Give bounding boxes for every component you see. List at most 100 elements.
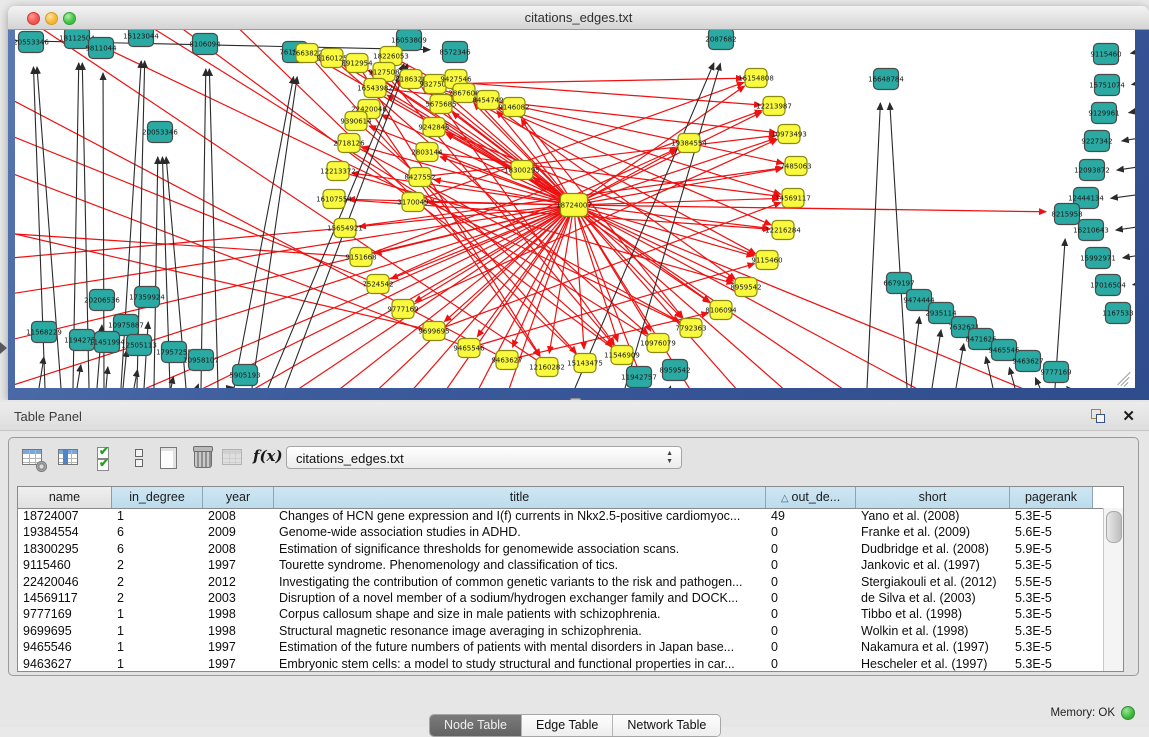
table-row[interactable]: 2242004622012Investigating the contribut… xyxy=(18,574,1103,590)
table-cell[interactable]: 2008 xyxy=(203,508,274,524)
network-canvas[interactable]: 2055334618112504981104415123044810609476… xyxy=(15,30,1135,388)
table-vertical-scrollbar[interactable] xyxy=(1103,508,1123,671)
table-cell[interactable]: Hescheler et al. (1997) xyxy=(856,656,1010,671)
table-cell[interactable]: Structural magnetic resonance image aver… xyxy=(274,623,766,639)
table-cell[interactable]: 1998 xyxy=(203,623,274,639)
table-cell[interactable]: Genome-wide association studies in ADHD. xyxy=(274,524,766,540)
canvas-resize-grip[interactable] xyxy=(1117,370,1133,386)
table-cell[interactable]: 5.3E-5 xyxy=(1010,606,1093,622)
table-cell[interactable]: 0 xyxy=(766,639,856,655)
table-options-icon[interactable] xyxy=(21,446,45,470)
side-panel-arrow-icon[interactable] xyxy=(0,342,7,354)
table-cell[interactable]: Jankovic et al. (1997) xyxy=(856,557,1010,573)
tab-edge-table[interactable]: Edge Table xyxy=(522,715,613,736)
table-cell[interactable]: 5.3E-5 xyxy=(1010,590,1093,606)
table-cell[interactable]: Embryonic stem cells: a model to study s… xyxy=(274,656,766,671)
table-cell[interactable]: 18300295 xyxy=(18,541,112,557)
table-row[interactable]: 1872400712008Changes of HCN gene express… xyxy=(18,508,1103,524)
table-cell[interactable]: 5.3E-5 xyxy=(1010,623,1093,639)
table-row[interactable]: 911546021997Tourette syndrome. Phenomeno… xyxy=(18,557,1103,573)
table-cell[interactable]: 1 xyxy=(112,606,203,622)
table-cell[interactable]: 1 xyxy=(112,639,203,655)
table-cell[interactable]: Stergiakouli et al. (2012) xyxy=(856,574,1010,590)
table-cell[interactable]: 5.9E-5 xyxy=(1010,541,1093,557)
table-cell[interactable]: Investigating the contribution of common… xyxy=(274,574,766,590)
table-cell[interactable]: 9777169 xyxy=(18,606,112,622)
close-panel-icon[interactable]: ✕ xyxy=(1122,407,1135,425)
function-builder-icon[interactable]: f(x) xyxy=(253,447,283,465)
table-cell[interactable]: 5.5E-5 xyxy=(1010,574,1093,590)
table-cell[interactable]: 9115460 xyxy=(18,557,112,573)
table-cell[interactable]: 1 xyxy=(112,508,203,524)
table-row[interactable]: 1456911722003Disruption of a novel membe… xyxy=(18,590,1103,606)
table-cell[interactable]: Franke et al. (2009) xyxy=(856,524,1010,540)
table-cell[interactable]: 2012 xyxy=(203,574,274,590)
float-panel-icon[interactable] xyxy=(1091,409,1105,423)
table-cell[interactable]: Dudbridge et al. (2008) xyxy=(856,541,1010,557)
table-cell[interactable]: 2009 xyxy=(203,524,274,540)
table-cell[interactable]: 18724007 xyxy=(18,508,112,524)
table-cell[interactable]: 0 xyxy=(766,541,856,557)
table-cell[interactable]: 0 xyxy=(766,590,856,606)
table-cell[interactable]: 2008 xyxy=(203,541,274,557)
tab-network-table[interactable]: Network Table xyxy=(613,715,720,736)
table-cell[interactable]: 0 xyxy=(766,574,856,590)
table-cell[interactable]: 0 xyxy=(766,623,856,639)
table-cell[interactable]: 2 xyxy=(112,574,203,590)
table-cell[interactable]: 9465546 xyxy=(18,639,112,655)
table-cell[interactable]: Tourette syndrome. Phenomenology and cla… xyxy=(274,557,766,573)
column-header-indegree[interactable]: in_degree xyxy=(112,487,203,508)
table-cell[interactable]: 1998 xyxy=(203,606,274,622)
table-cell[interactable]: Tibbo et al. (1998) xyxy=(856,606,1010,622)
table-cell[interactable]: 2003 xyxy=(203,590,274,606)
column-header-outde[interactable]: △out_de... xyxy=(766,487,856,508)
scrollbar-thumb[interactable] xyxy=(1106,511,1122,543)
table-cell[interactable]: 0 xyxy=(766,524,856,540)
table-cell[interactable]: Disruption of a novel member of a sodium… xyxy=(274,590,766,606)
table-cell[interactable]: 5.6E-5 xyxy=(1010,524,1093,540)
table-cell[interactable]: de Silva et al. (2003) xyxy=(856,590,1010,606)
table-cell[interactable]: 0 xyxy=(766,606,856,622)
table-cell[interactable]: Wolkin et al. (1998) xyxy=(856,623,1010,639)
table-cell[interactable]: Changes of HCN gene expression and I(f) … xyxy=(274,508,766,524)
table-selector-dropdown[interactable]: citations_edges.txt ▲▼ xyxy=(286,446,682,469)
table-cell[interactable]: Corpus callosum shape and size in male p… xyxy=(274,606,766,622)
table-cell[interactable]: 9463627 xyxy=(18,656,112,671)
table-cell[interactable]: 5.3E-5 xyxy=(1010,508,1093,524)
table-cell[interactable]: 1997 xyxy=(203,557,274,573)
table-cell[interactable]: 9699695 xyxy=(18,623,112,639)
column-header-short[interactable]: short xyxy=(856,487,1010,508)
show-columns-icon[interactable] xyxy=(57,446,81,470)
create-table-icon[interactable] xyxy=(157,446,181,470)
select-all-icon[interactable] xyxy=(95,446,119,470)
tab-node-table[interactable]: Node Table xyxy=(430,715,522,736)
table-cell[interactable]: Estimation of significance thresholds fo… xyxy=(274,541,766,557)
column-header-year[interactable]: year xyxy=(203,487,274,508)
table-row[interactable]: 1830029562008Estimation of significance … xyxy=(18,541,1103,557)
memory-status-indicator[interactable] xyxy=(1121,706,1135,720)
table-cell[interactable]: 1997 xyxy=(203,656,274,671)
table-cell[interactable]: 0 xyxy=(766,557,856,573)
table-cell[interactable]: 49 xyxy=(766,508,856,524)
table-cell[interactable]: 6 xyxy=(112,524,203,540)
table-cell[interactable]: 5.3E-5 xyxy=(1010,639,1093,655)
table-cell[interactable]: 19384554 xyxy=(18,524,112,540)
window-titlebar[interactable]: citations_edges.txt xyxy=(8,6,1149,30)
table-row[interactable]: 969969511998Structural magnetic resonanc… xyxy=(18,623,1103,639)
delete-rows-icon[interactable] xyxy=(191,446,215,470)
column-header-title[interactable]: title xyxy=(274,487,766,508)
table-cell[interactable]: 1997 xyxy=(203,639,274,655)
table-cell[interactable]: 22420046 xyxy=(18,574,112,590)
table-row[interactable]: 946554611997Estimation of the future num… xyxy=(18,639,1103,655)
table-cell[interactable]: 2 xyxy=(112,557,203,573)
table-cell[interactable]: 1 xyxy=(112,623,203,639)
table-cell[interactable]: 2 xyxy=(112,590,203,606)
table-cell[interactable]: 6 xyxy=(112,541,203,557)
row-height-icon[interactable] xyxy=(127,446,151,470)
table-cell[interactable]: 5.3E-5 xyxy=(1010,557,1093,573)
column-header-name[interactable]: name xyxy=(18,487,112,508)
table-cell[interactable]: Yano et al. (2008) xyxy=(856,508,1010,524)
table-cell[interactable]: 1 xyxy=(112,656,203,671)
column-header-pagerank[interactable]: pagerank xyxy=(1010,487,1093,508)
table-row[interactable]: 946362711997Embryonic stem cells: a mode… xyxy=(18,656,1103,671)
